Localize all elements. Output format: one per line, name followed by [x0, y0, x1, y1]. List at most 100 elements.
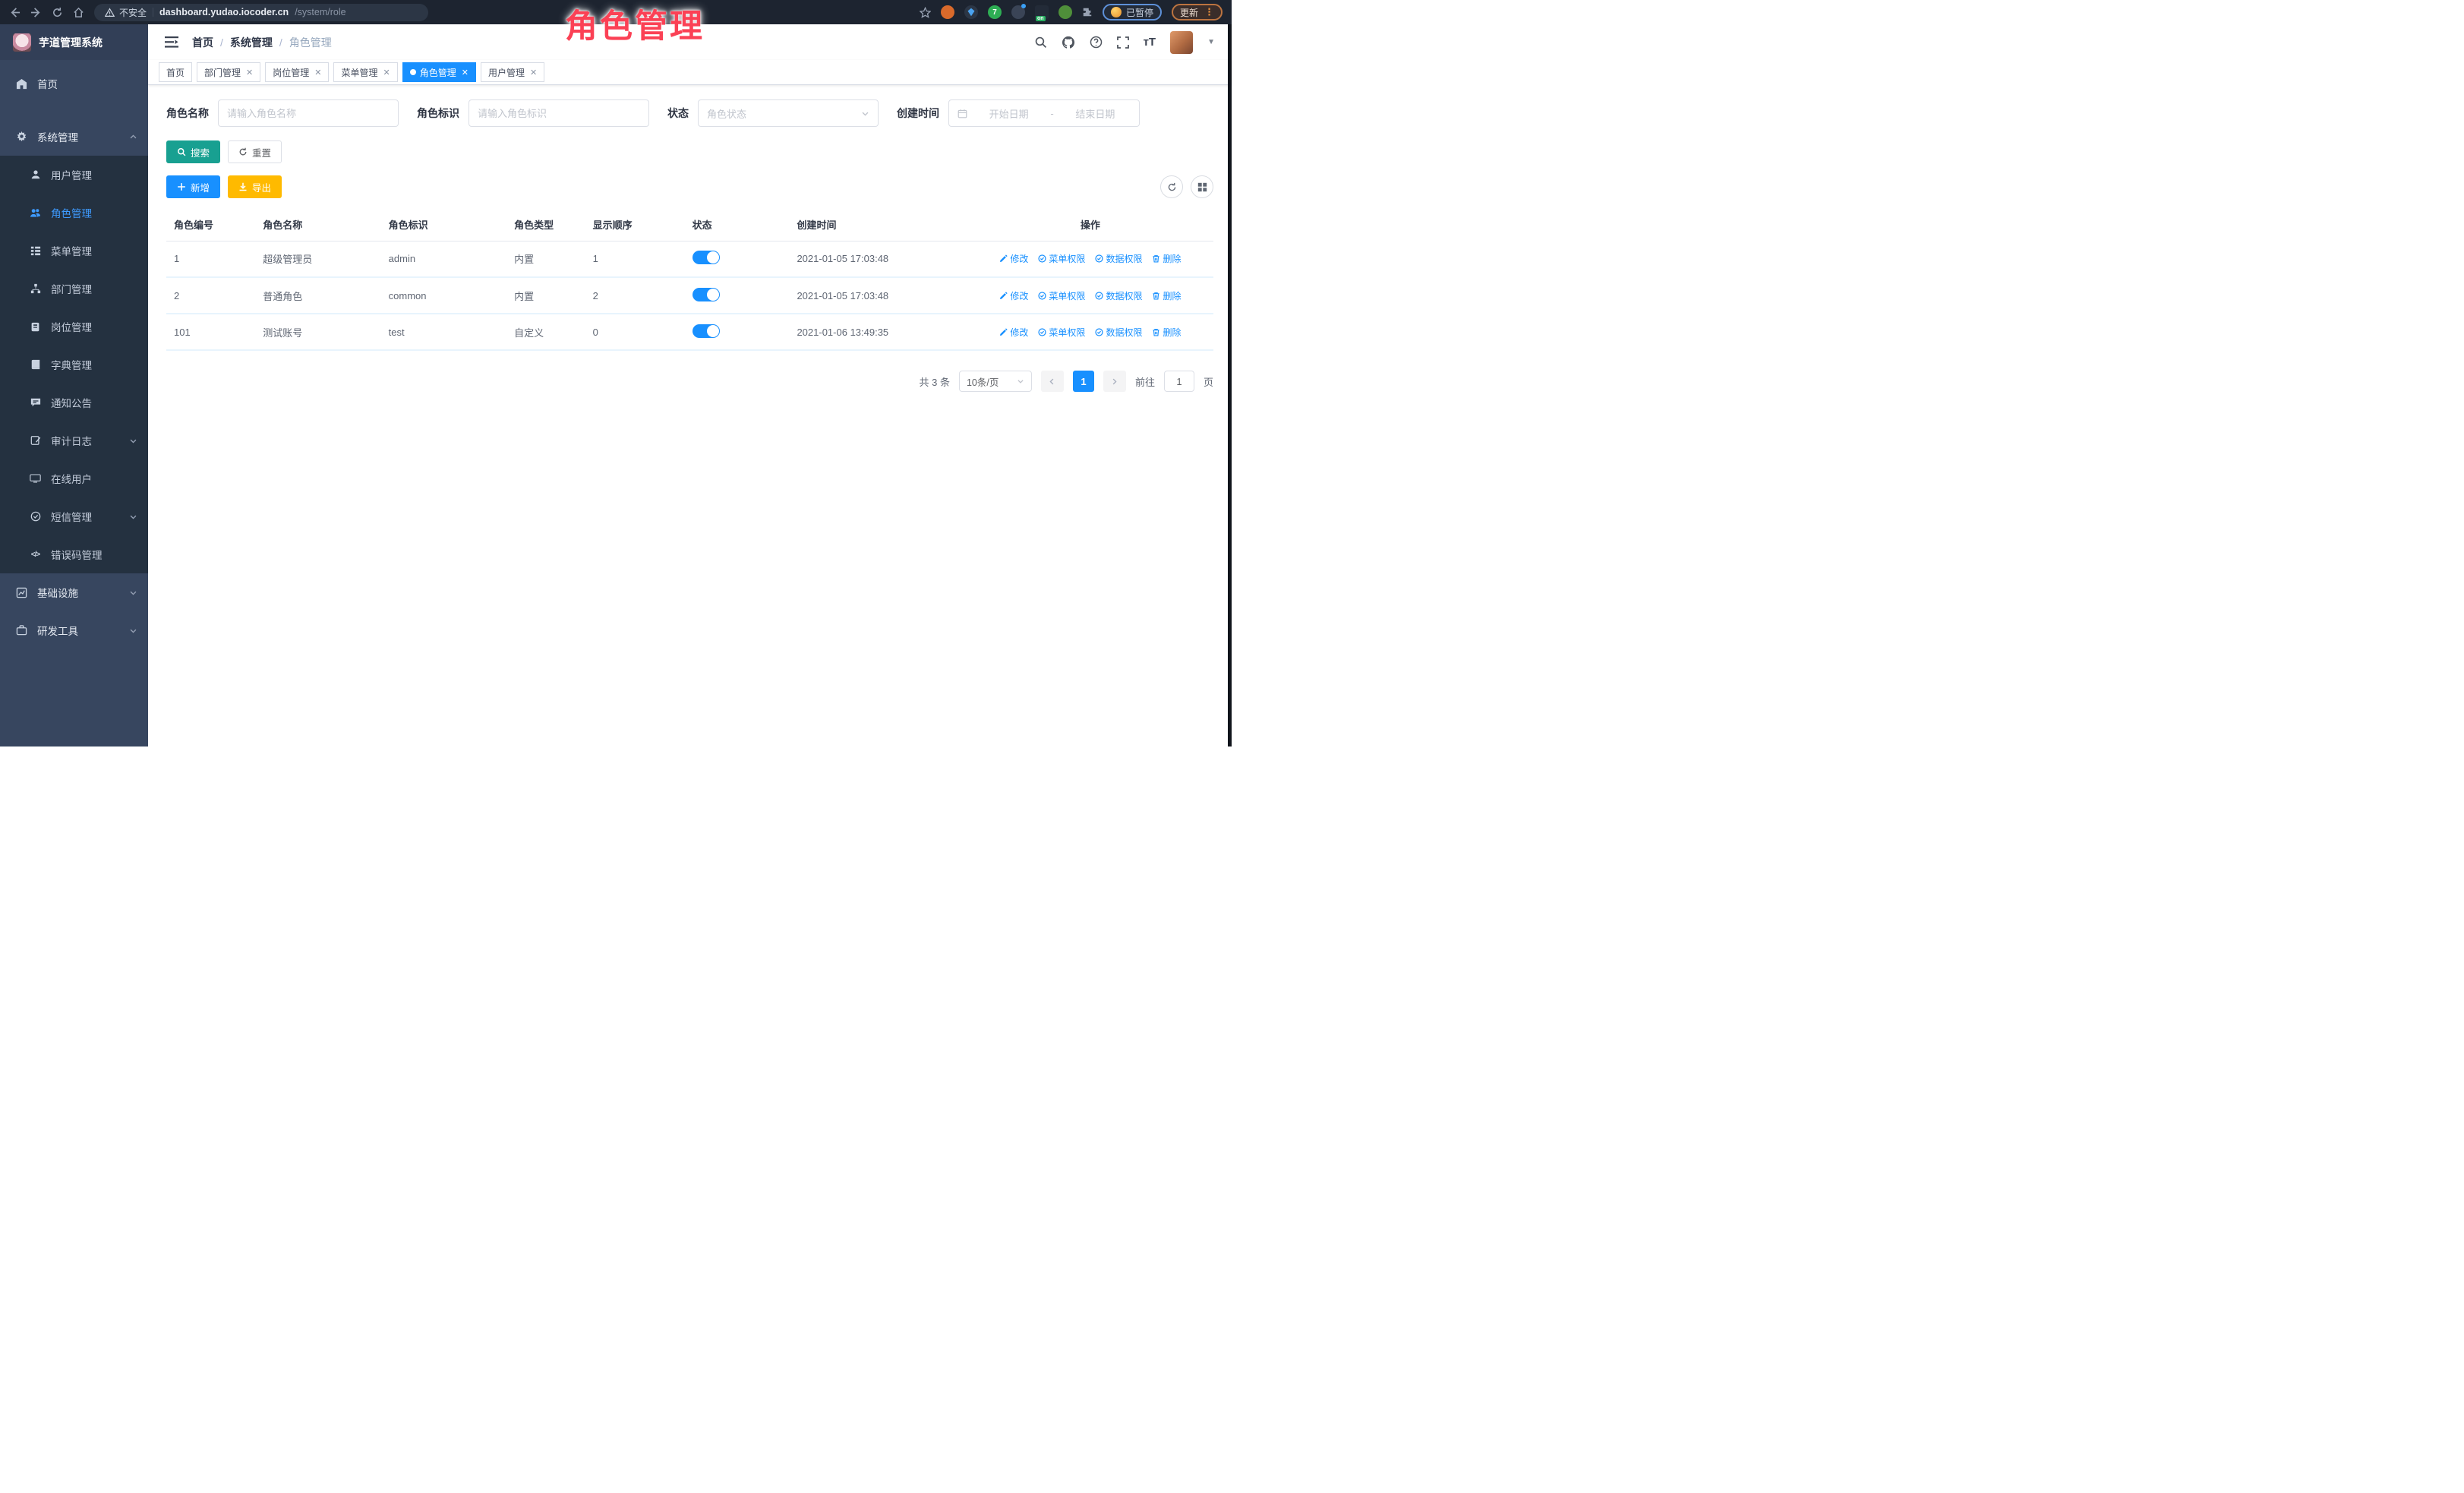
close-icon[interactable]: ✕ [462, 68, 469, 77]
extension-stack-icon[interactable] [1011, 5, 1025, 19]
col-role-code: 角色标识 [381, 209, 506, 241]
delete-link[interactable]: 删除 [1152, 289, 1181, 302]
next-page-button[interactable] [1103, 371, 1126, 392]
sidebar-item-online-users[interactable]: 在线用户 [0, 459, 148, 497]
address-bar[interactable]: 不安全 dashboard.yudao.iocoder.cn/system/ro… [94, 4, 428, 21]
menu-permission-link[interactable]: 菜单权限 [1038, 289, 1085, 302]
close-icon[interactable]: ✕ [314, 68, 321, 77]
tab-departments[interactable]: 部门管理✕ [197, 62, 260, 82]
reset-button[interactable]: 重置 [228, 140, 282, 163]
app-logo [13, 33, 31, 52]
sidebar-item-notice[interactable]: 通知公告 [0, 384, 148, 421]
search-icon[interactable] [1034, 36, 1047, 49]
reload-icon[interactable] [52, 7, 63, 18]
sidebar-item-infra[interactable]: 基础设施 [0, 573, 148, 611]
font-size-icon[interactable]: тT [1144, 36, 1156, 49]
sidebar-item-error-codes[interactable]: </> 错误码管理 [0, 535, 148, 573]
table-row: 101 测试账号 test 自定义 0 2021-01-06 13:49:35 … [166, 314, 1213, 350]
app-logo-row[interactable]: 芋道管理系统 [0, 24, 148, 60]
profile-paused-pill[interactable]: 已暂停 [1103, 4, 1162, 21]
page-content: 角色名称 角色标识 状态 角色状态 [148, 85, 1232, 746]
bookmark-star-icon[interactable] [920, 7, 931, 18]
status-toggle[interactable] [693, 288, 720, 301]
page-1-button[interactable]: 1 [1073, 371, 1094, 392]
sidebar-item-home[interactable]: 首页 [0, 65, 148, 103]
sidebar-item-menus[interactable]: 菜单管理 [0, 232, 148, 270]
edit-link[interactable]: 修改 [999, 289, 1028, 302]
edit-link[interactable]: 修改 [999, 252, 1028, 265]
goto-page-input[interactable] [1164, 371, 1194, 392]
tab-home[interactable]: 首页 [159, 62, 192, 82]
sidebar-item-system[interactable]: 系统管理 [0, 118, 148, 156]
close-icon[interactable]: ✕ [530, 68, 537, 77]
back-icon[interactable] [9, 7, 21, 18]
help-icon[interactable] [1090, 36, 1103, 49]
delete-link[interactable]: 删除 [1152, 252, 1181, 265]
close-icon[interactable]: ✕ [246, 68, 253, 77]
chevron-down-icon [129, 589, 137, 597]
site-security[interactable]: 不安全 [105, 6, 147, 19]
sidebar-item-dict[interactable]: 字典管理 [0, 346, 148, 384]
scrollbar-edge[interactable] [1228, 24, 1232, 746]
sidebar-item-audit-log[interactable]: 审计日志 [0, 421, 148, 459]
data-permission-link[interactable]: 数据权限 [1095, 289, 1142, 302]
extension-on-icon[interactable]: on [1035, 5, 1049, 19]
update-pill[interactable]: 更新 ⋮ [1172, 4, 1223, 21]
close-icon[interactable]: ✕ [383, 68, 390, 77]
search-button[interactable]: 搜索 [166, 140, 220, 163]
data-permission-link[interactable]: 数据权限 [1095, 252, 1142, 265]
fullscreen-icon[interactable] [1117, 36, 1129, 49]
breadcrumb-home[interactable]: 首页 [192, 35, 213, 50]
extensions-puzzle-icon[interactable] [1082, 7, 1093, 17]
extension-seven-icon[interactable]: 7 [988, 5, 1002, 19]
active-dot [410, 69, 416, 75]
export-button[interactable]: 导出 [228, 175, 282, 198]
role-name-input[interactable] [227, 108, 390, 119]
date-range-picker[interactable]: 开始日期 - 结束日期 [948, 99, 1140, 127]
home-icon[interactable] [73, 7, 84, 18]
tab-roles[interactable]: 角色管理✕ [402, 62, 476, 82]
column-settings-button[interactable] [1191, 175, 1213, 198]
github-icon[interactable] [1062, 36, 1075, 49]
status-toggle[interactable] [693, 251, 720, 264]
start-date-placeholder: 开始日期 [973, 106, 1044, 121]
status-toggle[interactable] [693, 324, 720, 338]
avatar[interactable] [1170, 31, 1193, 54]
sidebar-item-departments[interactable]: 部门管理 [0, 270, 148, 308]
avatar-caret-icon[interactable]: ▼ [1207, 38, 1215, 46]
col-role-id: 角色编号 [166, 209, 255, 241]
tab-posts[interactable]: 岗位管理✕ [265, 62, 329, 82]
sidebar-item-posts[interactable]: 岗位管理 [0, 308, 148, 346]
hamburger-icon[interactable] [165, 36, 178, 48]
add-button[interactable]: 新增 [166, 175, 220, 198]
breadcrumb-current: 角色管理 [289, 35, 332, 50]
forward-icon[interactable] [30, 7, 42, 18]
status-select[interactable]: 角色状态 [698, 99, 879, 127]
page-size-select[interactable]: 10条/页 [959, 371, 1032, 392]
chevron-right-icon [1110, 377, 1118, 386]
plus-icon [177, 182, 186, 191]
edit-link[interactable]: 修改 [999, 326, 1028, 339]
tab-menus[interactable]: 菜单管理✕ [333, 62, 397, 82]
pagination: 共 3 条 10条/页 1 前往 页 [166, 371, 1213, 392]
sidebar-item-users[interactable]: 用户管理 [0, 156, 148, 194]
menu-permission-link[interactable]: 菜单权限 [1038, 252, 1085, 265]
system-submenu: 用户管理 角色管理 菜单管理 部门管理 岗位管理 [0, 156, 148, 573]
warning-icon [105, 8, 115, 17]
extension-gem-icon[interactable] [964, 5, 978, 19]
delete-link[interactable]: 删除 [1152, 326, 1181, 339]
extension-orange-icon[interactable] [941, 5, 954, 19]
sidebar-item-roles[interactable]: 角色管理 [0, 194, 148, 232]
sidebar-item-sms[interactable]: 短信管理 [0, 497, 148, 535]
extension-monkey-icon[interactable] [1058, 5, 1072, 19]
trash-icon [1152, 254, 1160, 263]
role-code-input[interactable] [478, 108, 640, 119]
menu-permission-link[interactable]: 菜单权限 [1038, 326, 1085, 339]
chrome-menu-icon[interactable]: ⋮ [1204, 6, 1214, 18]
data-permission-link[interactable]: 数据权限 [1095, 326, 1142, 339]
refresh-table-button[interactable] [1160, 175, 1183, 198]
sidebar-item-dev-tools[interactable]: 研发工具 [0, 611, 148, 649]
breadcrumb-system[interactable]: 系统管理 [230, 35, 273, 50]
tab-users[interactable]: 用户管理✕ [481, 62, 544, 82]
prev-page-button[interactable] [1041, 371, 1064, 392]
